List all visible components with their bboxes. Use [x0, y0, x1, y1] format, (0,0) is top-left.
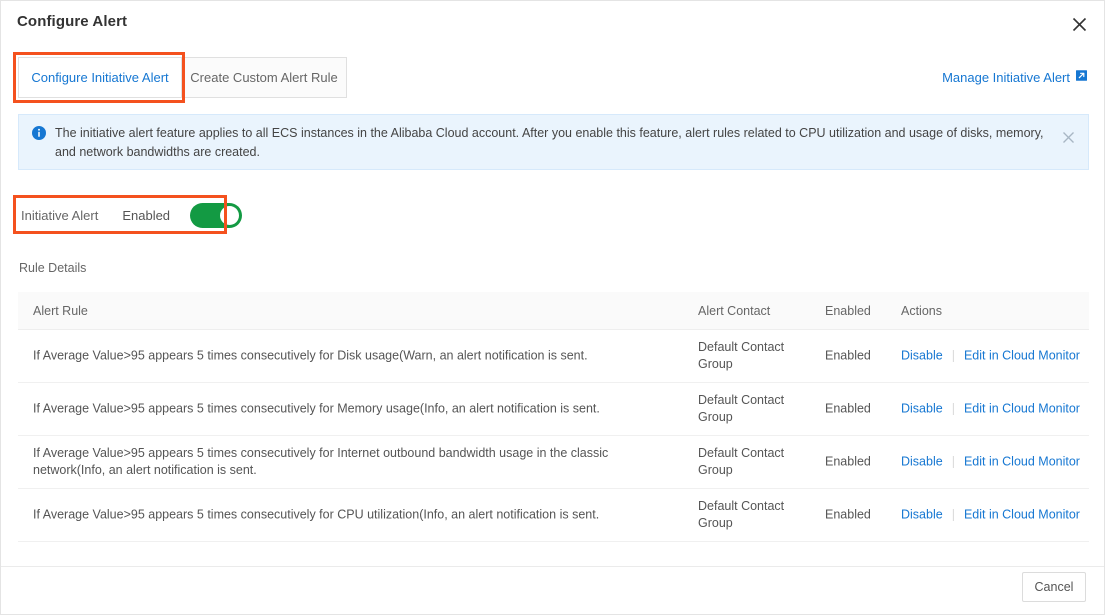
cell-alert-rule: If Average Value>95 appears 5 times cons…: [33, 507, 600, 522]
cancel-button[interactable]: Cancel: [1022, 572, 1086, 602]
footer-divider: [1, 566, 1104, 567]
manage-initiative-alert-link[interactable]: Manage Initiative Alert: [942, 69, 1088, 85]
rule-details-label: Rule Details: [19, 261, 87, 275]
disable-link[interactable]: Disable: [901, 454, 943, 471]
info-circle-icon: [32, 126, 46, 169]
cell-alert-contact: Default Contact Group: [698, 446, 785, 477]
tab-label: Configure Initiative Alert: [31, 70, 169, 85]
cell-alert-contact: Default Contact Group: [698, 340, 785, 371]
rule-details-table: Alert Rule Alert Contact Enabled Actions…: [18, 292, 1089, 542]
dialog-titlebar: Configure Alert: [1, 1, 1104, 46]
cell-alert-rule: If Average Value>95 appears 5 times cons…: [33, 401, 600, 416]
tab-bar: Configure Initiative Alert Create Custom…: [18, 57, 347, 98]
disable-link[interactable]: Disable: [901, 401, 943, 418]
switch-knob: [220, 206, 240, 225]
edit-in-cloud-monitor-link[interactable]: Edit in Cloud Monitor: [964, 507, 1080, 524]
configure-alert-dialog: Configure Alert Configure Initiative Ale…: [0, 0, 1105, 615]
action-separator: |: [951, 507, 955, 522]
disable-link[interactable]: Disable: [901, 507, 943, 524]
column-header-alert-rule: Alert Rule: [33, 304, 88, 318]
banner-close-icon[interactable]: [1062, 131, 1075, 149]
cell-enabled: Enabled: [825, 348, 871, 363]
initiative-alert-switch[interactable]: [190, 203, 243, 228]
cell-actions: Disable | Edit in Cloud Monitor: [901, 507, 1080, 524]
cell-alert-contact: Default Contact Group: [698, 499, 785, 530]
initiative-alert-label: Initiative Alert: [21, 208, 99, 223]
info-banner-text: The initiative alert feature applies to …: [55, 126, 1044, 159]
table-row: If Average Value>95 appears 5 times cons…: [18, 383, 1089, 436]
initiative-alert-state: Enabled: [122, 208, 171, 223]
column-header-alert-contact: Alert Contact: [698, 304, 771, 318]
close-icon[interactable]: [1066, 11, 1092, 37]
page-title: Configure Alert: [17, 13, 128, 30]
action-separator: |: [951, 401, 955, 416]
tab-configure-initiative-alert[interactable]: Configure Initiative Alert: [19, 58, 182, 97]
cell-alert-contact: Default Contact Group: [698, 393, 785, 424]
cell-alert-rule: If Average Value>95 appears 5 times cons…: [33, 348, 588, 363]
edit-in-cloud-monitor-link[interactable]: Edit in Cloud Monitor: [964, 348, 1080, 365]
edit-in-cloud-monitor-link[interactable]: Edit in Cloud Monitor: [964, 454, 1080, 471]
table-row: If Average Value>95 appears 5 times cons…: [18, 489, 1089, 542]
initiative-alert-toggle-row: Initiative Alert Enabled: [21, 203, 243, 228]
info-banner: The initiative alert feature applies to …: [18, 114, 1089, 170]
action-separator: |: [951, 348, 955, 363]
external-link-icon: [1075, 69, 1088, 85]
disable-link[interactable]: Disable: [901, 348, 943, 365]
column-header-actions: Actions: [901, 304, 942, 318]
cell-actions: Disable | Edit in Cloud Monitor: [901, 454, 1080, 471]
cell-actions: Disable | Edit in Cloud Monitor: [901, 348, 1080, 365]
edit-in-cloud-monitor-link[interactable]: Edit in Cloud Monitor: [964, 401, 1080, 418]
cell-alert-rule: If Average Value>95 appears 5 times cons…: [33, 446, 609, 477]
action-separator: |: [951, 454, 955, 469]
table-row: If Average Value>95 appears 5 times cons…: [18, 330, 1089, 383]
cancel-button-label: Cancel: [1034, 580, 1074, 594]
table-header-row: Alert Rule Alert Contact Enabled Actions: [18, 292, 1089, 330]
cell-enabled: Enabled: [825, 454, 871, 469]
manage-initiative-alert-label: Manage Initiative Alert: [942, 69, 1070, 85]
cell-enabled: Enabled: [825, 401, 871, 416]
tab-create-custom-alert-rule[interactable]: Create Custom Alert Rule: [182, 58, 346, 97]
cell-actions: Disable | Edit in Cloud Monitor: [901, 401, 1080, 418]
tab-label: Create Custom Alert Rule: [190, 70, 338, 85]
column-header-enabled: Enabled: [825, 304, 871, 318]
table-row: If Average Value>95 appears 5 times cons…: [18, 436, 1089, 489]
cell-enabled: Enabled: [825, 507, 871, 522]
